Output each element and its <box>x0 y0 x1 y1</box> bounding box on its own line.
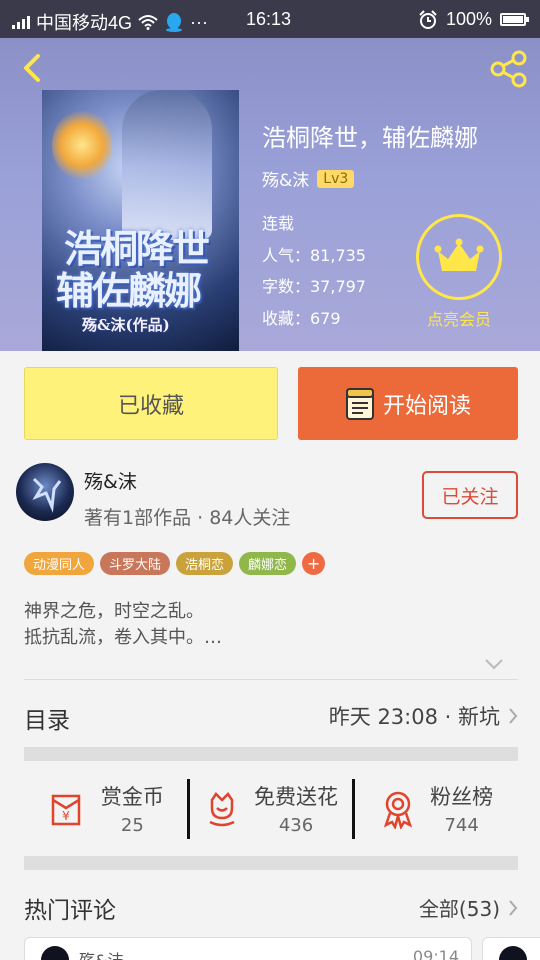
synopsis: 神界之危，时空之乱。 抵抗乱流，卷入其中。… <box>24 599 222 651</box>
book-header: 浩桐降世 辅佐麟娜 殇&沫(作品) 浩桐降世，辅佐麟娜 殇&沫 Lv3 连载 人… <box>0 38 540 351</box>
book-popularity: 人气：81,735 <box>262 245 366 265</box>
book-status: 连载 <box>262 214 295 233</box>
qq-icon <box>166 13 183 32</box>
stat-label: 粉丝榜 <box>430 785 494 809</box>
signal-icon <box>12 15 30 29</box>
free-flowers-button[interactable]: 免费送花 436 <box>190 761 353 856</box>
cover-author: 殇&沫(作品) <box>82 316 170 334</box>
stat-value: 25 <box>120 815 144 836</box>
svg-text:¥: ¥ <box>62 809 70 823</box>
hot-comments-title: 热门评论 <box>24 898 116 924</box>
battery-percent: 100% <box>445 9 492 29</box>
collected-button[interactable]: 已收藏 <box>24 367 278 440</box>
carrier-text: 中国移动4G <box>36 13 133 33</box>
comment-avatar <box>499 946 527 960</box>
cover-title-line2: 辅佐麟娜 <box>56 268 202 313</box>
book-title: 浩桐降世，辅佐麟娜 <box>262 124 478 152</box>
comment-user: 殇&沫 <box>79 947 123 960</box>
book-word-count: 字数：37,797 <box>262 277 366 296</box>
stat-label: 赏金币 <box>100 785 164 809</box>
book-favorites: 收藏：679 <box>262 308 341 328</box>
tag-item[interactable]: 浩桐恋 <box>176 552 234 575</box>
red-envelope-icon: ¥ <box>51 794 81 825</box>
status-bar: 中国移动4G ··· 16:13 100% <box>0 0 540 38</box>
alarm-icon <box>419 9 437 29</box>
stat-value: 436 <box>278 815 314 836</box>
vip-button[interactable]: 点亮会员 <box>416 214 502 330</box>
medal-icon <box>384 791 413 829</box>
book-author-line: 殇&沫 Lv3 <box>262 166 355 191</box>
tag-item[interactable]: 斗罗大陆 <box>100 552 171 575</box>
battery-icon <box>500 13 529 26</box>
book-author[interactable]: 殇&沫 <box>262 166 309 191</box>
start-reading-label: 开始阅读 <box>382 393 471 419</box>
comment-avatar <box>41 946 69 960</box>
stat-value: 744 <box>444 815 479 836</box>
book-meta: 连载 人气：81,735 字数：37,797 收藏：679 <box>262 208 366 334</box>
chevron-right-icon <box>509 899 518 916</box>
flower-icon <box>209 791 235 826</box>
section-separator <box>24 747 518 761</box>
vip-label: 点亮会员 <box>426 310 491 329</box>
divider <box>24 679 518 680</box>
follow-button[interactable]: 已关注 <box>422 471 518 519</box>
synopsis-line: 神界之危，时空之乱。 <box>24 601 204 622</box>
synopsis-line: 抵抗乱流，卷入其中。… <box>24 627 222 648</box>
comment-time: 09:14 <box>412 947 459 960</box>
clock: 16:13 <box>246 9 292 29</box>
book-detail-body: 已收藏 开始阅读 殇&沫 著有1部作品 · 84人关注 已关注 动漫同人 斗罗大… <box>0 351 540 960</box>
toc-update-text: 昨天 23:08 · 新坑 <box>328 705 500 729</box>
toc-latest-update[interactable]: 昨天 23:08 · 新坑 <box>329 701 518 731</box>
cover-art-glow <box>52 110 112 180</box>
wifi-icon <box>138 15 158 30</box>
level-badge: Lv3 <box>317 169 355 188</box>
start-reading-button[interactable]: 开始阅读 <box>298 367 518 440</box>
stat-label: 免费送花 <box>254 785 338 809</box>
collected-label: 已收藏 <box>117 393 184 419</box>
book-cover[interactable]: 浩桐降世 辅佐麟娜 殇&沫(作品) <box>42 90 239 351</box>
follow-label: 已关注 <box>441 485 499 508</box>
avatar-art <box>32 477 62 513</box>
reward-coins-button[interactable]: ¥ 赏金币 25 <box>24 761 187 856</box>
back-icon[interactable] <box>14 48 54 88</box>
more-notifications: ··· <box>190 11 208 32</box>
crown-icon <box>434 238 484 271</box>
share-icon[interactable] <box>488 48 530 90</box>
section-separator <box>24 856 518 870</box>
support-stats: ¥ 赏金币 25 免费送花 436 粉丝榜 744 <box>24 761 518 856</box>
author-name[interactable]: 殇&沫 <box>84 467 137 494</box>
all-comments-link[interactable]: 全部(53) <box>419 893 518 922</box>
comment-card[interactable]: 殇&沫 09:14 <box>24 937 472 960</box>
book-icon <box>345 387 374 420</box>
toc-title[interactable]: 目录 <box>24 701 70 735</box>
all-comments-label: 全部(53) <box>418 897 500 921</box>
author-avatar[interactable] <box>16 463 74 521</box>
tag-item[interactable]: 麟娜恋 <box>239 552 297 575</box>
chevron-down-icon[interactable] <box>484 657 504 671</box>
add-tag-button[interactable]: + <box>302 552 326 575</box>
comment-card[interactable] <box>482 937 540 960</box>
tag-item[interactable]: 动漫同人 <box>24 552 95 575</box>
fan-ranking-button[interactable]: 粉丝榜 744 <box>355 761 518 856</box>
tag-list: 动漫同人 斗罗大陆 浩桐恋 麟娜恋 + <box>24 552 326 575</box>
chevron-right-icon <box>509 708 518 724</box>
author-stats: 著有1部作品 · 84人关注 <box>84 507 291 529</box>
